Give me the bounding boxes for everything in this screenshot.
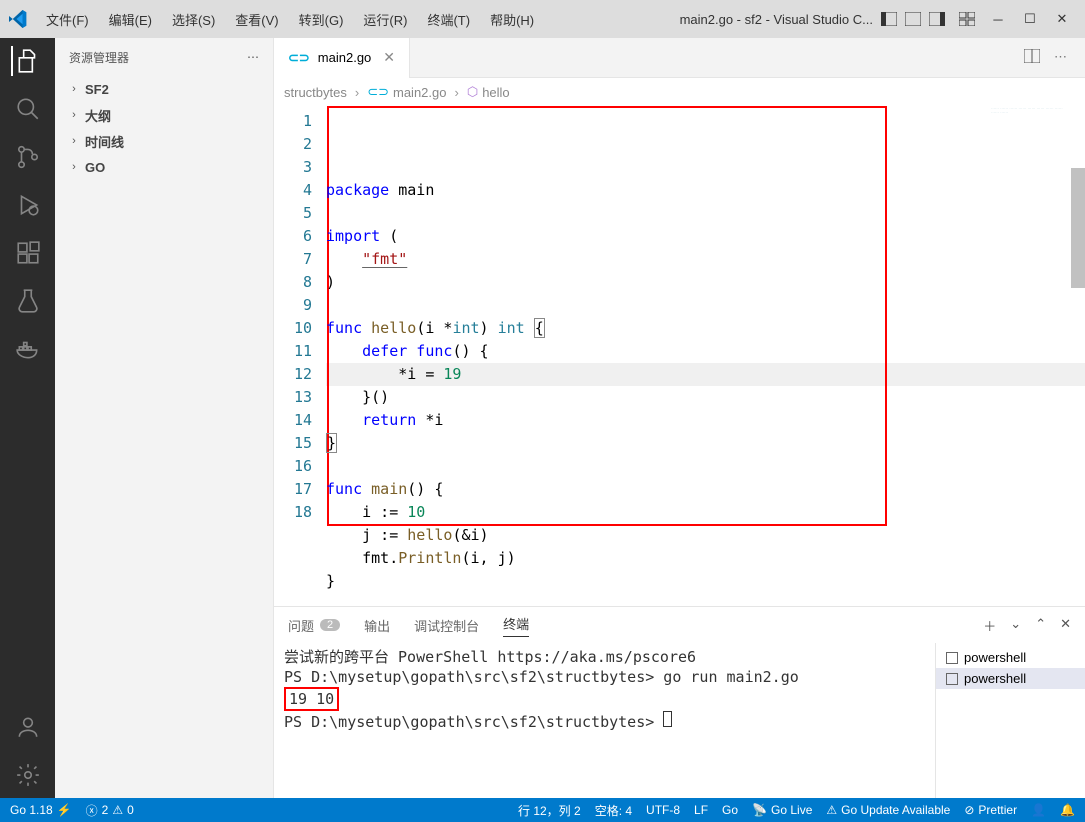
terminal-box-icon — [946, 652, 958, 664]
status-go-version[interactable]: Go 1.18 ⚡ — [10, 803, 72, 817]
menu-goto[interactable]: 转到(G) — [289, 6, 354, 33]
status-eol[interactable]: LF — [694, 803, 708, 817]
terminal-prompt: PS D:\mysetup\gopath\src\sf2\structbytes… — [284, 713, 663, 731]
layout-controls — [879, 10, 977, 28]
breadcrumb-folder: structbytes — [284, 85, 347, 100]
terminal[interactable]: 尝试新的跨平台 PowerShell https://aka.ms/pscore… — [274, 643, 935, 798]
run-debug-icon[interactable] — [13, 190, 43, 220]
tab-close-icon[interactable]: ✕ — [383, 49, 395, 66]
docker-icon[interactable] — [13, 334, 43, 364]
customize-layout-icon[interactable] — [957, 10, 977, 28]
tab-main2go[interactable]: ⊂⊃ main2.go ✕ — [274, 38, 410, 78]
sidebar-item-outline[interactable]: ›大纲 — [55, 102, 273, 128]
split-editor-icon[interactable] — [1024, 49, 1040, 66]
accounts-icon[interactable] — [13, 712, 43, 742]
status-spaces[interactable]: 空格: 4 — [595, 802, 632, 819]
sidebar-item-go[interactable]: ›GO — [55, 154, 273, 180]
toggle-sidebar-icon[interactable] — [879, 10, 899, 28]
explorer-sidebar: 资源管理器 ⋯ ›SF2 ›大纲 ›时间线 ›GO — [55, 38, 274, 798]
menu-bar: 文件(F) 编辑(E) 选择(S) 查看(V) 转到(G) 运行(R) 终端(T… — [36, 6, 544, 33]
terminal-cursor — [663, 711, 672, 727]
source-control-icon[interactable] — [13, 142, 43, 172]
terminal-item[interactable]: powershell — [936, 668, 1085, 689]
sidebar-item-sf2[interactable]: ›SF2 — [55, 76, 273, 102]
explorer-icon[interactable] — [11, 46, 43, 76]
close-panel-icon[interactable]: ✕ — [1060, 616, 1071, 635]
panel-tab-terminal[interactable]: 终端 — [503, 614, 529, 637]
code-editor[interactable]: 123456789101112131415161718 package main… — [274, 106, 1085, 606]
status-bar: Go 1.18 ⚡ ⓧ 2 ⚠ 0 行 12，列 2 空格: 4 UTF-8 L… — [0, 798, 1085, 822]
title-bar: 文件(F) 编辑(E) 选择(S) 查看(V) 转到(G) 运行(R) 终端(T… — [0, 0, 1085, 38]
settings-gear-icon[interactable] — [13, 760, 43, 790]
panel-tab-problems[interactable]: 问题 2 — [288, 616, 340, 635]
menu-terminal[interactable]: 终端(T) — [417, 6, 480, 33]
activity-bar — [0, 38, 55, 798]
panel-tab-output[interactable]: 输出 — [364, 616, 390, 635]
line-gutter: 123456789101112131415161718 — [274, 106, 326, 606]
toggle-panel-icon[interactable] — [903, 10, 923, 28]
menu-edit[interactable]: 编辑(E) — [99, 6, 162, 33]
testing-icon[interactable] — [13, 286, 43, 316]
toggle-secondary-icon[interactable] — [927, 10, 947, 28]
breadcrumb-symbol: ⬡ hello — [467, 84, 510, 100]
status-lang[interactable]: Go — [722, 803, 738, 817]
terminal-box-icon — [946, 673, 958, 685]
maximize-button[interactable]: ☐ — [1015, 5, 1045, 33]
bottom-panel: 问题 2 输出 调试控制台 终端 ＋ ⌄ ⌃ ✕ 尝试新的跨平台 PowerSh… — [274, 606, 1085, 798]
tab-label: main2.go — [318, 50, 371, 65]
menu-help[interactable]: 帮助(H) — [480, 6, 544, 33]
go-file-icon: ⊂⊃ — [288, 50, 310, 66]
menu-view[interactable]: 查看(V) — [225, 6, 288, 33]
terminal-item[interactable]: powershell — [936, 647, 1085, 668]
terminal-list: powershell powershell — [935, 643, 1085, 798]
status-feedback-icon[interactable]: 👤 — [1031, 803, 1046, 817]
status-bell-icon[interactable]: 🔔 — [1060, 803, 1075, 817]
breadcrumb-file: ⊂⊃ main2.go — [367, 84, 446, 100]
menu-file[interactable]: 文件(F) — [36, 6, 99, 33]
terminal-line: PS D:\mysetup\gopath\src\sf2\structbytes… — [284, 667, 925, 687]
status-linecol[interactable]: 行 12，列 2 — [518, 802, 581, 819]
annotation-box-output: 19 10 — [284, 687, 339, 711]
minimap[interactable]: …… …… …… …… …… …… …… …… …… …… — [991, 106, 1071, 186]
extensions-icon[interactable] — [13, 238, 43, 268]
terminal-line: 尝试新的跨平台 PowerShell https://aka.ms/pscore… — [284, 647, 925, 667]
search-icon[interactable] — [13, 94, 43, 124]
status-encoding[interactable]: UTF-8 — [646, 803, 680, 817]
sidebar-title: 资源管理器 — [69, 49, 129, 66]
maximize-panel-icon[interactable]: ⌃ — [1035, 616, 1046, 635]
menu-select[interactable]: 选择(S) — [162, 6, 225, 33]
terminal-dropdown-icon[interactable]: ⌄ — [1010, 616, 1021, 635]
status-go-update[interactable]: ⚠ Go Update Available — [826, 803, 950, 817]
code-content[interactable]: package main import ( "fmt") func hello(… — [326, 106, 1085, 606]
editor-area: ⊂⊃ main2.go ✕ ⋯ structbytes › ⊂⊃ main2.g… — [274, 38, 1085, 798]
more-actions-icon[interactable]: ⋯ — [1054, 49, 1067, 66]
sidebar-more-icon[interactable]: ⋯ — [247, 50, 259, 64]
new-terminal-icon[interactable]: ＋ — [983, 616, 996, 635]
sidebar-item-timeline[interactable]: ›时间线 — [55, 128, 273, 154]
window-title: main2.go - sf2 - Visual Studio C... — [544, 12, 879, 27]
menu-run[interactable]: 运行(R) — [353, 6, 417, 33]
panel-tab-debug[interactable]: 调试控制台 — [414, 616, 479, 635]
minimize-button[interactable]: ─ — [983, 5, 1013, 33]
status-golive[interactable]: 📡 Go Live — [752, 803, 812, 817]
editor-tabs: ⊂⊃ main2.go ✕ ⋯ — [274, 38, 1085, 78]
close-button[interactable]: ✕ — [1047, 5, 1077, 33]
status-prettier[interactable]: ⊘ Prettier — [964, 803, 1017, 817]
status-problems[interactable]: ⓧ 2 ⚠ 0 — [86, 802, 134, 819]
breadcrumb[interactable]: structbytes › ⊂⊃ main2.go › ⬡ hello — [274, 78, 1085, 106]
vscode-logo-icon — [8, 9, 28, 29]
